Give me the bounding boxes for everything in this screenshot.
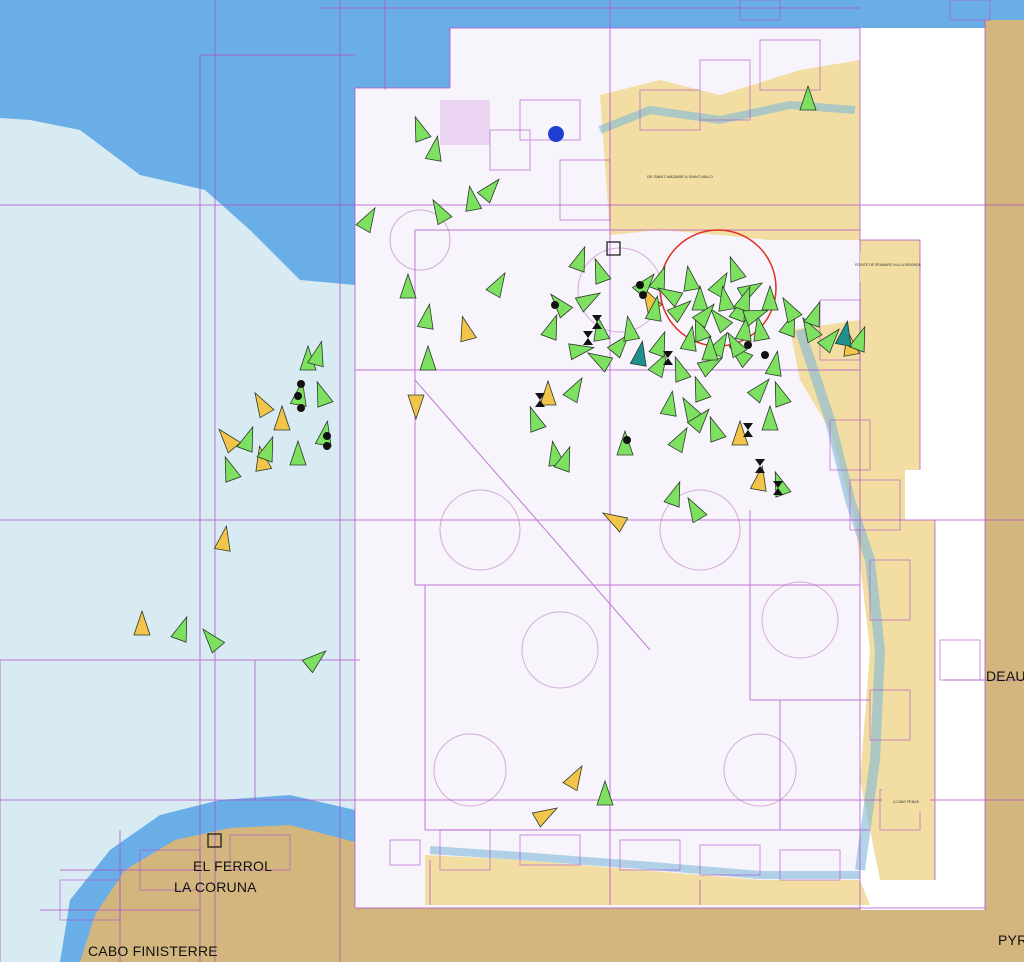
blue-buoy-icon[interactable] [548,126,564,142]
anchored-vessel-icon[interactable] [636,281,644,289]
place-label-pyrenees: PYR [998,932,1024,948]
anchored-vessel-icon[interactable] [551,301,559,309]
anchored-vessel-icon[interactable] [639,291,647,299]
chart-title-east-text: POINTE DE PENMARC'H A LA GIRONDE [855,263,921,267]
anchored-vessel-icon[interactable] [761,351,769,359]
place-label-la-coruna: LA CORUNA [174,879,257,895]
place-label-el-ferrol: EL FERROL [193,858,273,874]
anchored-vessel-icon[interactable] [297,404,305,412]
anchored-vessel-icon[interactable] [323,432,331,440]
place-label-bordeaux: DEAUX [986,668,1024,684]
anchored-vessel-icon[interactable] [623,436,631,444]
nautical-map[interactable]: DE SAINT-NAZAIRE A SAINT-MALO POINTE DE … [0,0,1024,962]
chart-title-north: DE SAINT-NAZAIRE A SAINT-MALO [640,160,720,200]
land-spain-south [355,905,1024,962]
chart-title-north-text: DE SAINT-NAZAIRE A SAINT-MALO [647,174,713,179]
restricted-area [440,100,490,145]
chart-title-south: A CABO PENAS [882,788,930,812]
deep-water-channel [450,0,1024,30]
anchored-vessel-icon[interactable] [744,341,752,349]
anchored-vessel-icon[interactable] [323,442,331,450]
place-label-cabo-finisterre: CABO FINISTERRE [88,943,218,959]
anchored-vessel-icon[interactable] [294,392,302,400]
chart-title-east: POINTE DE PENMARC'H A LA GIRONDE [855,252,922,282]
chart-title-south-text: A CABO PENAS [893,800,920,804]
anchored-vessel-icon[interactable] [297,380,305,388]
